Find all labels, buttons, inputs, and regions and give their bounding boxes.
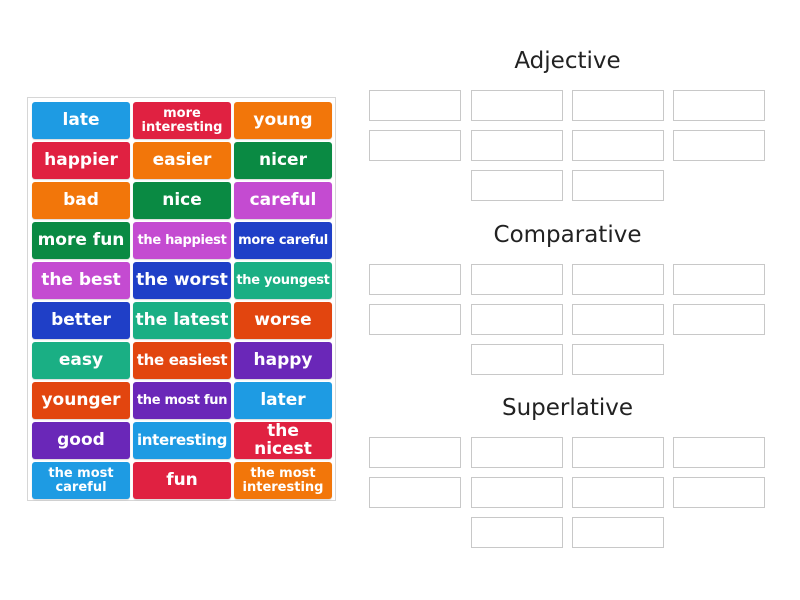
- drop-slot-adjective[interactable]: [673, 130, 765, 161]
- drop-slot-adjective[interactable]: [471, 130, 563, 161]
- word-tile[interactable]: more careful: [234, 222, 332, 259]
- word-tile[interactable]: easy: [32, 342, 130, 379]
- drop-slot-superlative[interactable]: [471, 437, 563, 468]
- group-title-comparative: Comparative: [493, 222, 642, 248]
- drop-slot-comparative[interactable]: [471, 344, 563, 375]
- word-tile[interactable]: the happiest: [133, 222, 231, 259]
- word-tile[interactable]: the latest: [133, 302, 231, 339]
- drop-slot-comparative[interactable]: [471, 304, 563, 335]
- drop-slot-superlative[interactable]: [572, 517, 664, 548]
- word-tile[interactable]: nice: [133, 182, 231, 219]
- drop-slot-superlative[interactable]: [673, 477, 765, 508]
- drop-slot-superlative[interactable]: [471, 517, 563, 548]
- word-tile[interactable]: fun: [133, 462, 231, 499]
- drop-slot-superlative[interactable]: [369, 477, 461, 508]
- drop-slot-adjective[interactable]: [471, 170, 563, 201]
- drop-slot-comparative[interactable]: [471, 264, 563, 295]
- drop-slot-superlative[interactable]: [673, 437, 765, 468]
- word-tile[interactable]: worse: [234, 302, 332, 339]
- group-title-superlative: Superlative: [501, 395, 634, 421]
- drop-slot-comparative[interactable]: [572, 264, 664, 295]
- word-tile[interactable]: later: [234, 382, 332, 419]
- drop-slot-adjective[interactable]: [673, 90, 765, 121]
- drop-slot-comparative[interactable]: [572, 304, 664, 335]
- tile-bank: late more interesting young happier easier ni…: [27, 97, 336, 501]
- word-tile[interactable]: more fun: [32, 222, 130, 259]
- word-tile[interactable]: happier: [32, 142, 130, 179]
- word-tile[interactable]: young: [234, 102, 332, 139]
- word-tile[interactable]: the most careful: [32, 462, 130, 499]
- word-tile[interactable]: better: [32, 302, 130, 339]
- drop-slot-adjective[interactable]: [572, 90, 664, 121]
- drop-slot-adjective[interactable]: [572, 170, 664, 201]
- drop-slot-adjective[interactable]: [369, 90, 461, 121]
- word-tile[interactable]: good: [32, 422, 130, 459]
- word-tile[interactable]: careful: [234, 182, 332, 219]
- word-tile[interactable]: younger: [32, 382, 130, 419]
- word-tile[interactable]: late: [32, 102, 130, 139]
- drop-slot-comparative[interactable]: [369, 264, 461, 295]
- drop-slot-superlative[interactable]: [572, 437, 664, 468]
- drop-slot-comparative[interactable]: [572, 344, 664, 375]
- drop-slot-superlative[interactable]: [471, 477, 563, 508]
- drop-slot-comparative[interactable]: [673, 264, 765, 295]
- drop-slot-comparative[interactable]: [673, 304, 765, 335]
- drop-slot-comparative[interactable]: [369, 304, 461, 335]
- word-tile[interactable]: the worst: [133, 262, 231, 299]
- word-tile[interactable]: bad: [32, 182, 130, 219]
- word-tile[interactable]: the most interesting: [234, 462, 332, 499]
- word-tile[interactable]: the best: [32, 262, 130, 299]
- word-tile[interactable]: the most fun: [133, 382, 231, 419]
- word-tile[interactable]: the easiest: [133, 342, 231, 379]
- word-tile[interactable]: the nicest: [234, 422, 332, 459]
- drop-slot-superlative[interactable]: [369, 437, 461, 468]
- word-tile[interactable]: easier: [133, 142, 231, 179]
- drop-slot-adjective[interactable]: [471, 90, 563, 121]
- word-tile[interactable]: nicer: [234, 142, 332, 179]
- word-tile[interactable]: more interesting: [133, 102, 231, 139]
- word-tile[interactable]: interesting: [133, 422, 231, 459]
- drop-slot-adjective[interactable]: [369, 130, 461, 161]
- drop-slot-adjective[interactable]: [572, 130, 664, 161]
- word-tile[interactable]: happy: [234, 342, 332, 379]
- word-tile[interactable]: the youngest: [234, 262, 332, 299]
- group-title-adjective: Adjective: [514, 48, 621, 74]
- drop-slot-superlative[interactable]: [572, 477, 664, 508]
